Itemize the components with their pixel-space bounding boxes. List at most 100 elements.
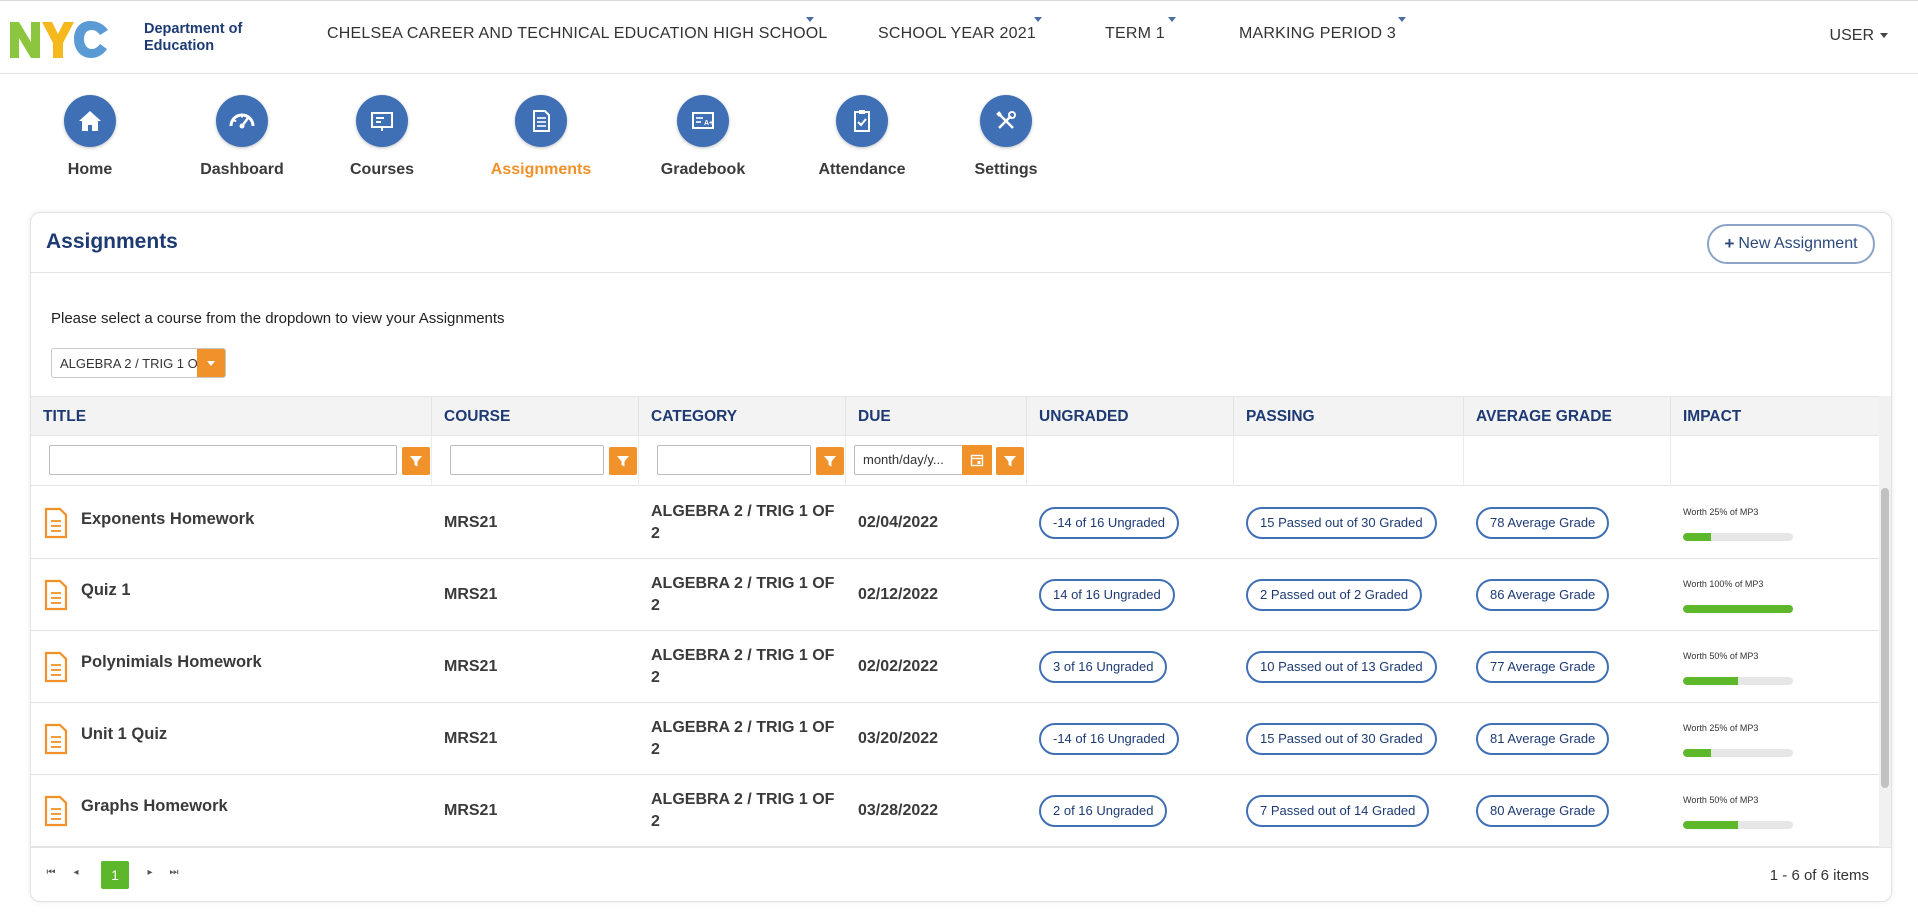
passing-badge[interactable]: 2 Passed out of 2 Graded — [1246, 579, 1423, 611]
assignment-title[interactable]: Polynimials Homework — [81, 653, 262, 672]
ungraded-badge[interactable]: -14 of 16 Ungraded — [1039, 723, 1180, 755]
nav-home-label: Home — [67, 161, 113, 178]
assignment-title[interactable]: Exponents Homework — [81, 510, 254, 529]
new-assignment-label: New Assignment — [1738, 235, 1858, 252]
assignment-title[interactable]: Quiz 1 — [81, 581, 131, 600]
category-cell: ALGEBRA 2 / TRIG 1 OF 2 — [651, 503, 835, 542]
school-year-selector[interactable]: SCHOOL YEAR 2021 — [878, 25, 1036, 43]
col-header-ungraded[interactable]: UNGRADED — [1027, 397, 1234, 437]
col-header-course[interactable]: COURSE — [432, 397, 639, 437]
document-icon — [43, 579, 69, 616]
table-row[interactable]: Quiz 1 MRS21 ALGEBRA 2 / TRIG 1 OF 2 02/… — [31, 559, 1881, 631]
grid-scrollbar[interactable] — [1879, 396, 1891, 847]
ungraded-badge[interactable]: 3 of 16 Ungraded — [1039, 651, 1168, 683]
plus-icon: + — [1724, 234, 1735, 253]
average-grade-badge[interactable]: 77 Average Grade — [1476, 651, 1610, 683]
table-row[interactable]: Unit 1 Quiz MRS21 ALGEBRA 2 / TRIG 1 OF … — [31, 703, 1881, 775]
new-assignment-button[interactable]: + New Assignment — [1707, 224, 1875, 264]
last-page-icon[interactable]: ⏭ — [167, 866, 181, 880]
document-icon — [43, 795, 69, 832]
impact-label: Worth 100% of MP3 — [1683, 579, 1764, 589]
filter-cell-passing — [1234, 436, 1464, 486]
filter-icon[interactable] — [996, 447, 1024, 475]
passing-badge[interactable]: 10 Passed out of 13 Graded — [1246, 651, 1437, 683]
table-row[interactable]: Graphs Homework MRS21 ALGEBRA 2 / TRIG 1… — [31, 775, 1881, 847]
marking-period-caret-icon[interactable] — [1398, 17, 1406, 22]
category-cell: ALGEBRA 2 / TRIG 1 OF 2 — [651, 575, 835, 614]
user-menu[interactable]: USER — [1830, 27, 1888, 45]
category-filter-input[interactable] — [657, 445, 811, 475]
pager-info: 1 - 6 of 6 items — [1769, 867, 1869, 884]
term-caret-icon[interactable] — [1168, 17, 1176, 22]
title-filter-input[interactable] — [49, 445, 397, 475]
average-grade-badge[interactable]: 86 Average Grade — [1476, 579, 1610, 611]
tools-icon — [980, 95, 1032, 147]
impact-progress-bar — [1683, 533, 1793, 541]
ungraded-badge[interactable]: 2 of 16 Ungraded — [1039, 795, 1168, 827]
chevron-down-icon[interactable] — [197, 349, 225, 377]
user-label: USER — [1829, 27, 1874, 44]
impact-label: Worth 50% of MP3 — [1683, 651, 1759, 661]
ungraded-badge[interactable]: -14 of 16 Ungraded — [1039, 507, 1180, 539]
due-cell: 02/04/2022 — [858, 514, 939, 531]
user-caret-icon — [1880, 33, 1888, 39]
average-grade-badge[interactable]: 80 Average Grade — [1476, 795, 1610, 827]
average-grade-badge[interactable]: 81 Average Grade — [1476, 723, 1610, 755]
nav-assignments-label: Assignments — [490, 161, 592, 178]
marking-period-selector[interactable]: MARKING PERIOD 3 — [1239, 25, 1396, 43]
passing-badge[interactable]: 15 Passed out of 30 Graded — [1246, 723, 1437, 755]
next-page-icon[interactable]: ▸ — [143, 866, 157, 880]
school-selector[interactable]: CHELSEA CAREER AND TECHNICAL EDUCATION H… — [327, 25, 827, 43]
col-header-average-grade[interactable]: AVERAGE GRADE — [1464, 397, 1671, 437]
scrollbar-thumb[interactable] — [1881, 488, 1889, 788]
table-row[interactable]: Polynimials Homework MRS21 ALGEBRA 2 / T… — [31, 631, 1881, 703]
impact-progress-bar — [1683, 605, 1793, 613]
assignments-panel: Assignments + New Assignment Please selec… — [30, 212, 1892, 902]
first-page-icon[interactable]: ⏮ — [44, 866, 58, 880]
nav-dashboard[interactable]: Dashboard — [172, 95, 312, 179]
nav-courses-label: Courses — [349, 161, 415, 178]
marking-period-label: MARKING PERIOD 3 — [1239, 25, 1397, 42]
nav-assignments[interactable]: Assignments — [471, 95, 611, 179]
main-nav: Home Dashboard Courses Assignments A+ Gr… — [0, 95, 1918, 195]
nav-home[interactable]: Home — [20, 95, 160, 179]
nav-gradebook[interactable]: A+ Gradebook — [633, 95, 773, 179]
nav-courses[interactable]: Courses — [312, 95, 452, 179]
document-icon — [515, 95, 567, 147]
school-caret-icon[interactable] — [806, 17, 814, 22]
average-grade-badge[interactable]: 78 Average Grade — [1476, 507, 1610, 539]
ungraded-badge[interactable]: 14 of 16 Ungraded — [1039, 579, 1175, 611]
pagination: ⏮ ◂ 1 ▸ ⏭ 1 - 6 of 6 items — [31, 847, 1891, 901]
passing-badge[interactable]: 15 Passed out of 30 Graded — [1246, 507, 1437, 539]
filter-icon[interactable] — [402, 447, 430, 475]
term-selector[interactable]: TERM 1 — [1105, 25, 1165, 43]
logo-text: Department of Education — [144, 21, 242, 55]
school-year-caret-icon[interactable] — [1034, 17, 1042, 22]
due-cell: 03/28/2022 — [858, 802, 939, 819]
document-icon — [43, 507, 69, 544]
col-header-title[interactable]: TITLE — [31, 397, 432, 437]
filter-cell-title — [31, 436, 432, 486]
nav-attendance[interactable]: Attendance — [792, 95, 932, 179]
assignment-title[interactable]: Unit 1 Quiz — [81, 725, 167, 744]
nyc-doe-logo[interactable]: Department of Education — [8, 15, 242, 61]
filter-icon[interactable] — [609, 447, 637, 475]
assignment-title[interactable]: Graphs Homework — [81, 797, 228, 816]
course-dropdown[interactable]: ALGEBRA 2 / TRIG 1 OF 2 — [51, 348, 226, 378]
table-row[interactable]: Exponents Homework MRS21 ALGEBRA 2 / TRI… — [31, 487, 1881, 559]
col-header-category[interactable]: CATEGORY — [639, 397, 846, 437]
nav-settings[interactable]: Settings — [936, 95, 1076, 179]
course-dropdown-value: ALGEBRA 2 / TRIG 1 OF 2 — [60, 356, 200, 371]
calendar-icon[interactable] — [962, 445, 992, 475]
passing-badge[interactable]: 7 Passed out of 14 Graded — [1246, 795, 1430, 827]
page-number-current[interactable]: 1 — [101, 861, 129, 889]
presentation-board-icon — [356, 95, 408, 147]
course-filter-input[interactable] — [450, 445, 604, 475]
filter-icon[interactable] — [816, 447, 844, 475]
col-header-passing[interactable]: PASSING — [1234, 397, 1464, 437]
nav-gradebook-label: Gradebook — [660, 161, 746, 178]
prev-page-icon[interactable]: ◂ — [69, 866, 83, 880]
term-label: TERM 1 — [1105, 25, 1165, 42]
col-header-impact[interactable]: IMPACT — [1671, 397, 1881, 437]
col-header-due[interactable]: DUE — [846, 397, 1027, 437]
